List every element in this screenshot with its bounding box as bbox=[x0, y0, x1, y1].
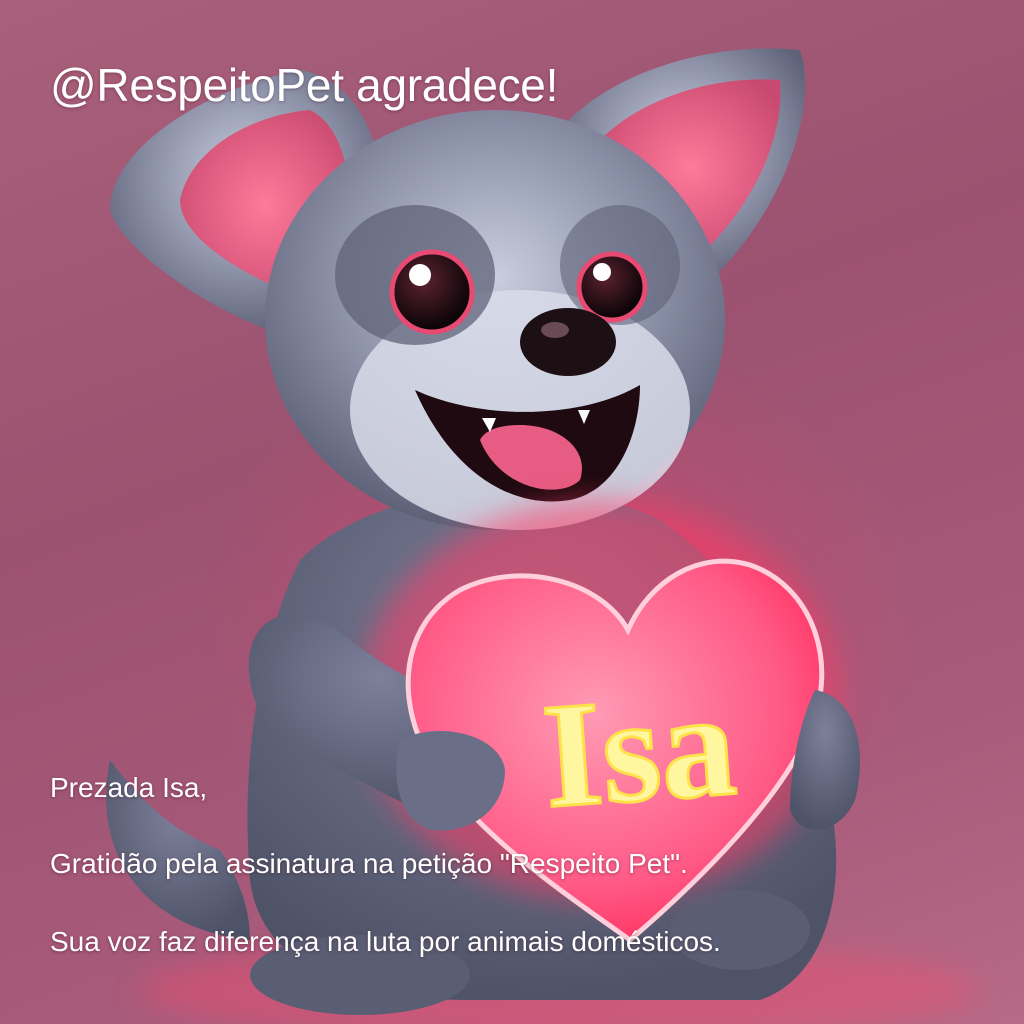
headline: @RespeitoPet agradece! bbox=[50, 59, 559, 111]
heart-name: Isa bbox=[538, 661, 741, 840]
closing-line: Sua voz faz diferença na luta por animai… bbox=[50, 926, 721, 957]
thanks-line: Gratidão pela assinatura na petição "Res… bbox=[50, 848, 688, 879]
nose-shine bbox=[541, 322, 569, 338]
right-eye bbox=[576, 251, 648, 323]
nose bbox=[520, 308, 616, 376]
greeting-line: Prezada Isa, bbox=[50, 772, 208, 803]
right-eye-highlight bbox=[593, 263, 611, 281]
left-eye-highlight bbox=[409, 264, 431, 286]
left-eye bbox=[389, 249, 475, 335]
greeting-card: Isa @RespeitoPet agradece! Prezada Isa, … bbox=[0, 0, 1024, 1024]
